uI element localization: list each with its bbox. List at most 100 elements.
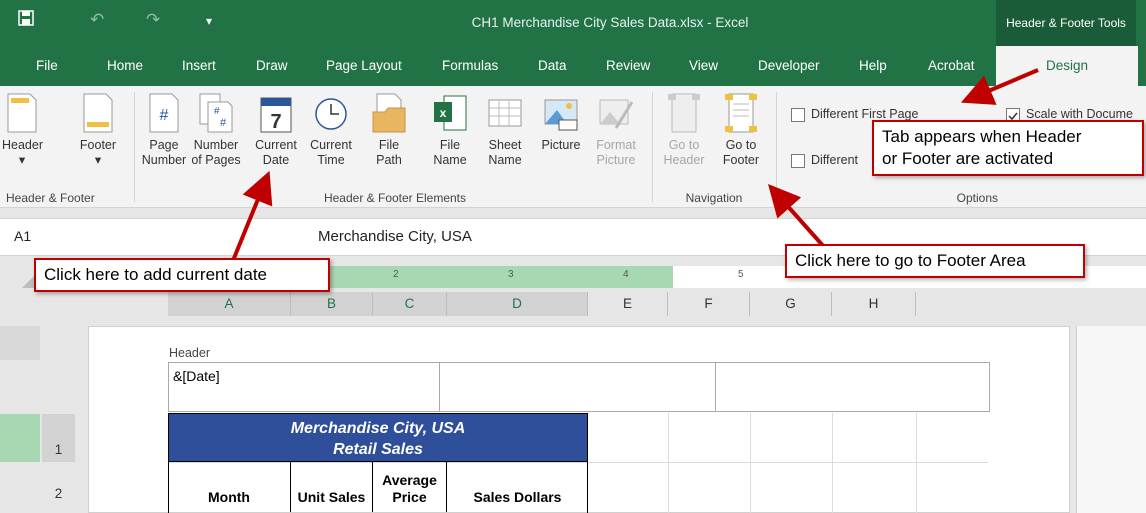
tab-page-layout[interactable]: Page Layout — [326, 58, 402, 73]
title-bar: ↶ ↷ ▾ CH1 Merchandise City Sales Data.xl… — [0, 0, 1146, 46]
footer-icon — [83, 93, 113, 133]
page-number-button[interactable]: # Page Number — [140, 86, 188, 186]
unit-sales-label: Unit Sales — [297, 489, 366, 505]
different-first-page-checkbox[interactable] — [791, 108, 805, 122]
go-to-header-label-1: Go to — [668, 138, 700, 152]
different-odd-even-label: Different — [811, 153, 859, 167]
callout-design-tab-line2: or Footer are activated — [882, 149, 1054, 168]
tab-file[interactable]: File — [36, 58, 58, 73]
tab-help[interactable]: Help — [859, 58, 887, 73]
file-name-label-2: Name — [433, 153, 467, 167]
window-title: CH1 Merchandise City Sales Data.xlsx - E… — [471, 15, 749, 30]
tab-review[interactable]: Review — [606, 58, 650, 73]
separator — [652, 92, 653, 202]
folder-icon — [372, 93, 406, 133]
tab-formulas[interactable]: Formulas — [442, 58, 498, 73]
go-to-footer-label-1: Go to — [725, 138, 757, 152]
file-name-button[interactable]: x File Name — [430, 86, 470, 186]
page-number-icon: # — [149, 93, 179, 133]
sales-dollars-label: Sales Dollars — [473, 489, 562, 505]
table-title-line1: Merchandise City, USA — [290, 420, 466, 437]
number-of-pages-button[interactable]: # # Number of Pages — [190, 86, 242, 186]
calendar-icon: 7 — [260, 97, 292, 133]
group-label-options: Options — [956, 191, 998, 205]
go-to-footer-button[interactable]: Go to Footer — [716, 86, 766, 186]
header-left-section[interactable]: &[Date] — [168, 362, 440, 412]
tab-design[interactable]: Design — [996, 46, 1138, 86]
tab-view[interactable]: View — [689, 58, 718, 73]
header-button[interactable]: Header ▾ — [2, 86, 43, 186]
number-of-pages-label-2: of Pages — [191, 153, 241, 167]
sheet-icon — [488, 99, 522, 127]
column-header-a[interactable]: A — [168, 292, 291, 316]
different-odd-even-checkbox[interactable] — [791, 154, 805, 168]
table-title-cell[interactable]: Merchandise City, USA Retail Sales — [168, 413, 588, 462]
picture-label: Picture — [541, 138, 581, 152]
column-header-d[interactable]: D — [447, 292, 588, 316]
group-label-navigation: Navigation — [685, 191, 743, 205]
tab-home[interactable]: Home — [107, 58, 143, 73]
footer-button[interactable]: Footer ▾ — [74, 86, 122, 186]
go-to-header-label-2: Header — [663, 153, 705, 167]
current-time-label-1: Current — [310, 138, 352, 152]
number-of-pages-label-1: Number — [193, 138, 239, 152]
tab-developer[interactable]: Developer — [758, 58, 820, 73]
format-picture-icon — [599, 99, 634, 129]
svg-text:#: # — [220, 117, 227, 129]
tab-acrobat[interactable]: Acrobat — [928, 58, 975, 73]
go-to-footer-label-2: Footer — [722, 153, 760, 167]
row-header-1[interactable]: 1 — [42, 414, 75, 462]
table-header-average-price[interactable]: Average Price — [373, 462, 447, 512]
format-picture-label-1: Format — [596, 138, 636, 152]
column-header-c[interactable]: C — [373, 292, 447, 316]
gridline — [668, 413, 669, 513]
ruler-mark: 4 — [623, 269, 629, 280]
svg-text:#: # — [160, 107, 169, 124]
column-header-g[interactable]: G — [750, 292, 832, 316]
gridline — [916, 413, 917, 513]
column-header-b[interactable]: B — [291, 292, 373, 316]
scale-with-document-label: Scale with Docume — [1026, 107, 1133, 121]
tab-draw[interactable]: Draw — [256, 58, 288, 73]
svg-text:#: # — [214, 106, 220, 117]
name-box[interactable]: A1 — [14, 228, 31, 244]
current-time-button[interactable]: Current Time — [308, 86, 354, 186]
context-tab-label: Header & Footer Tools — [996, 0, 1136, 46]
table-header-sales-dollars[interactable]: Sales Dollars — [447, 462, 588, 512]
separator — [134, 92, 135, 202]
group-label-header-footer: Header & Footer — [6, 191, 95, 205]
column-header-h[interactable]: H — [832, 292, 916, 316]
sheet-name-button[interactable]: Sheet Name — [482, 86, 528, 186]
formula-input[interactable]: Merchandise City, USA — [318, 228, 472, 245]
footer-label: Footer — [79, 138, 117, 152]
file-path-button[interactable]: File Path — [369, 86, 409, 186]
column-header-f[interactable]: F — [668, 292, 750, 316]
header-center-section[interactable] — [440, 362, 716, 412]
picture-button[interactable]: Picture — [536, 86, 586, 186]
file-name-label-1: File — [439, 138, 461, 152]
header-left-text: &[Date] — [173, 368, 220, 384]
file-path-label-1: File — [378, 138, 400, 152]
file-path-label-2: Path — [376, 153, 402, 167]
column-header-e[interactable]: E — [588, 292, 668, 316]
number-of-pages-icon: ## — [199, 93, 233, 133]
table-header-month[interactable]: Month — [168, 462, 291, 512]
svg-text:7: 7 — [270, 111, 281, 133]
picture-icon — [544, 99, 578, 131]
svg-text:x: x — [440, 106, 447, 120]
row-header-2[interactable]: 2 — [42, 462, 75, 513]
header-icon — [7, 93, 37, 133]
format-picture-button[interactable]: Format Picture — [592, 86, 640, 186]
header-label: Header — [2, 138, 43, 152]
tab-insert[interactable]: Insert — [182, 58, 216, 73]
gridline — [832, 413, 833, 513]
different-first-page-label: Different First Page — [811, 107, 919, 121]
header-right-section[interactable] — [716, 362, 990, 412]
format-picture-label-2: Picture — [596, 153, 636, 167]
page-number-label-1: Page — [149, 138, 179, 152]
tab-data[interactable]: Data — [538, 58, 567, 73]
go-to-header-button[interactable]: Go to Header — [660, 86, 708, 186]
current-date-button[interactable]: 7 Current Date — [254, 86, 298, 186]
table-header-unit-sales[interactable]: Unit Sales — [291, 462, 373, 512]
sheet-name-label-2: Name — [488, 153, 522, 167]
